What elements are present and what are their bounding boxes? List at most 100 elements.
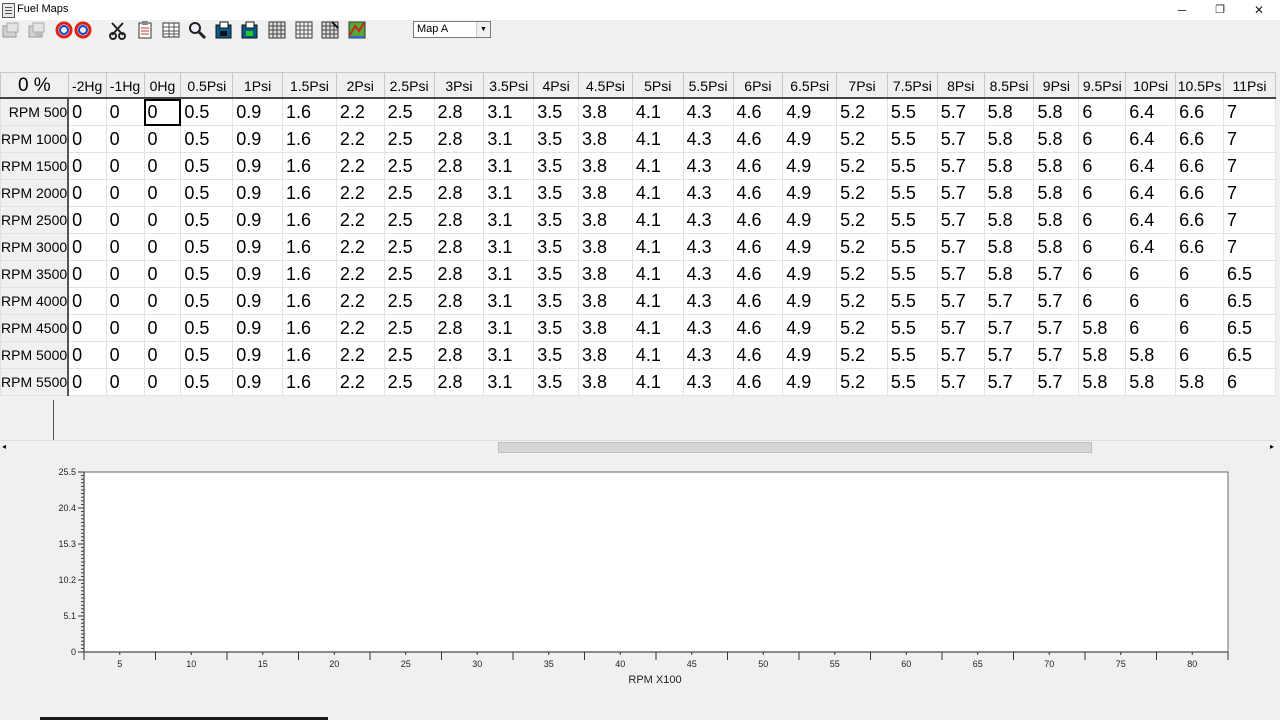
grid-cell[interactable]: 5.8 xyxy=(983,260,1035,288)
grid-cell[interactable]: 3.8 xyxy=(578,341,633,369)
grid-cell[interactable]: 4.3 xyxy=(682,287,734,315)
grid-cell[interactable]: 0 xyxy=(143,260,182,288)
grid-cell[interactable]: 4.3 xyxy=(682,341,734,369)
map-select[interactable]: Map A ▼ xyxy=(413,21,491,38)
grid-cell[interactable]: 2.5 xyxy=(383,260,435,288)
grid-cell[interactable]: 5.7 xyxy=(936,179,985,207)
grid-cell[interactable]: 4.6 xyxy=(732,125,784,153)
grid-cell[interactable]: 4.9 xyxy=(782,341,838,369)
grid-cell[interactable]: 5.2 xyxy=(836,314,888,342)
grid-cell[interactable]: 6.6 xyxy=(1175,206,1225,234)
grid-cell[interactable]: 2.8 xyxy=(433,341,485,369)
grid-cell[interactable]: 6 xyxy=(1078,233,1127,261)
grid-cell[interactable]: 4.3 xyxy=(682,368,734,396)
grid-cell[interactable]: 0 xyxy=(105,206,145,234)
grid-cell[interactable]: 5.5 xyxy=(886,260,938,288)
grid-cell[interactable]: 5.7 xyxy=(936,341,985,369)
grid-cell[interactable]: 6 xyxy=(1175,314,1225,342)
grid-cell[interactable]: 3.1 xyxy=(483,260,535,288)
grid-cell[interactable]: 4.1 xyxy=(631,341,684,369)
grid-cell[interactable]: 2.2 xyxy=(335,206,385,234)
grid-cell[interactable]: 7 xyxy=(1223,206,1276,234)
grid-cell[interactable]: 5.8 xyxy=(1125,341,1177,369)
grid-cell[interactable]: 0.5 xyxy=(180,233,234,261)
column-header[interactable]: 0.5Psi xyxy=(180,72,234,99)
grid-cell[interactable]: 0 xyxy=(143,179,182,207)
grid-cell[interactable]: 4.3 xyxy=(682,179,734,207)
save-map-icon[interactable] xyxy=(240,20,260,40)
grid-cell[interactable]: 2.8 xyxy=(433,206,485,234)
grid-cell[interactable]: 0.5 xyxy=(180,314,234,342)
grid-cell[interactable]: 0 xyxy=(143,368,182,396)
grid-cell[interactable]: 5.8 xyxy=(1175,368,1225,396)
close-button[interactable]: ✕ xyxy=(1240,0,1278,20)
load-map-icon[interactable] xyxy=(214,20,234,40)
grid-cell[interactable]: 4.3 xyxy=(682,260,734,288)
grid-cell[interactable]: 5.7 xyxy=(936,260,985,288)
open-file-disabled-icon[interactable] xyxy=(1,20,21,40)
grid-cell[interactable]: 2.5 xyxy=(383,314,435,342)
column-header[interactable]: 4Psi xyxy=(533,72,580,99)
grid-cell[interactable]: 3.8 xyxy=(578,260,633,288)
grid-cell[interactable]: 7 xyxy=(1223,179,1276,207)
grid-cell[interactable]: 6 xyxy=(1078,179,1127,207)
column-header[interactable]: -2Hg xyxy=(67,72,107,99)
grid-cell[interactable]: 4.1 xyxy=(631,260,684,288)
grid-cell[interactable]: 6.6 xyxy=(1175,233,1225,261)
grid-cell[interactable]: 0.5 xyxy=(180,152,234,180)
grid-cell[interactable]: 4.1 xyxy=(631,125,684,153)
grid-cell[interactable]: 1.6 xyxy=(282,341,337,369)
column-header[interactable]: 0Hg xyxy=(143,72,182,99)
restore-button[interactable]: ❐ xyxy=(1201,0,1239,20)
grid-cell[interactable]: 4.6 xyxy=(732,341,784,369)
grid-cell[interactable]: 5.7 xyxy=(983,368,1035,396)
grid-cell[interactable]: 4.9 xyxy=(782,314,838,342)
column-header[interactable]: 2Psi xyxy=(335,72,385,99)
row-header[interactable]: 5000 RPM xyxy=(0,341,70,369)
grid-cell[interactable]: 2.5 xyxy=(383,152,435,180)
grid-cell[interactable]: 4.1 xyxy=(631,152,684,180)
grid-cell[interactable]: 4.1 xyxy=(631,206,684,234)
grid-cell[interactable]: 2.5 xyxy=(383,125,435,153)
grid-cell[interactable]: 0 xyxy=(67,206,107,234)
column-header[interactable]: 8Psi xyxy=(936,72,985,99)
grid-cell[interactable]: 3.5 xyxy=(533,152,580,180)
grid-cell[interactable]: 2.8 xyxy=(433,368,485,396)
grid-cell[interactable]: 6 xyxy=(1175,287,1225,315)
grid-cell[interactable]: 3.1 xyxy=(483,341,535,369)
grid-view-icon[interactable] xyxy=(267,20,287,40)
grid-cell[interactable]: 3.5 xyxy=(533,341,580,369)
grid-cell[interactable]: 5.5 xyxy=(886,314,938,342)
grid-cell[interactable]: 0.5 xyxy=(180,125,234,153)
row-header[interactable]: 5500 RPM xyxy=(0,368,70,396)
save-file-disabled-icon[interactable] xyxy=(27,20,47,40)
row-header[interactable]: 4000 RPM xyxy=(0,287,70,315)
grid-cell[interactable]: 0 xyxy=(67,179,107,207)
grid-cell[interactable]: 5.2 xyxy=(836,341,888,369)
grid-cell[interactable]: 5.8 xyxy=(1078,341,1127,369)
grid-cell[interactable]: 5.8 xyxy=(1033,125,1080,153)
grid-cell[interactable]: 5.2 xyxy=(836,152,888,180)
grid-cell[interactable]: 0 xyxy=(143,287,182,315)
grid-cell[interactable]: 3.1 xyxy=(483,98,535,126)
grid-cell[interactable]: 2.2 xyxy=(335,233,385,261)
grid-cell[interactable]: 4.1 xyxy=(631,287,684,315)
grid-cell[interactable]: 5.7 xyxy=(936,206,985,234)
grid-cell[interactable]: 0 xyxy=(143,206,182,234)
chevron-down-icon[interactable]: ▼ xyxy=(476,22,490,37)
column-header[interactable]: 9Psi xyxy=(1033,72,1080,99)
grid-cell[interactable]: 6 xyxy=(1078,206,1127,234)
grid-cell[interactable]: 6.4 xyxy=(1125,152,1177,180)
grid-cell[interactable]: 3.1 xyxy=(483,287,535,315)
grid-cell[interactable]: 2.2 xyxy=(335,125,385,153)
grid-cell[interactable]: 2.2 xyxy=(335,260,385,288)
grid-cell[interactable]: 3.8 xyxy=(578,179,633,207)
grid-cell[interactable]: 5.8 xyxy=(1033,233,1080,261)
grid-cell[interactable]: 4.6 xyxy=(732,287,784,315)
grid-cell[interactable]: 0 xyxy=(143,341,182,369)
grid-cell[interactable]: 0 xyxy=(67,233,107,261)
grid-cell[interactable]: 4.6 xyxy=(732,233,784,261)
grid-cell[interactable]: 4.6 xyxy=(732,260,784,288)
grid-cell[interactable]: 5.8 xyxy=(983,152,1035,180)
column-header[interactable]: 5.5Psi xyxy=(682,72,734,99)
